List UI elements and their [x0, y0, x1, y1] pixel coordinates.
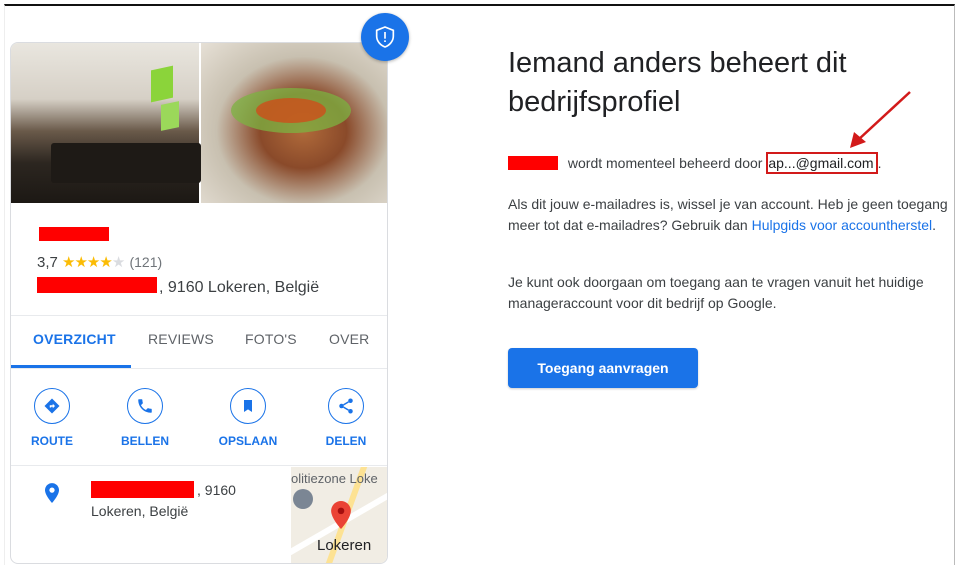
divider	[11, 465, 387, 466]
share-label: DELEN	[325, 434, 367, 448]
share-button[interactable]: DELEN	[311, 388, 381, 448]
rating-value: 3,7	[37, 254, 58, 271]
account-recovery-link[interactable]: Hulpgids voor accountherstel	[752, 217, 933, 233]
map-city-label: Lokeren	[317, 537, 372, 554]
rating-row: 3,7 ★★★★★ (121)	[37, 253, 162, 271]
location-postcode: , 9160	[197, 482, 236, 498]
interior-photo[interactable]	[11, 43, 201, 203]
shield-icon[interactable]	[361, 13, 409, 61]
tab-fotos[interactable]: FOTO'S	[245, 331, 297, 347]
call-button[interactable]: BELLEN	[110, 388, 180, 448]
map-marker-icon	[331, 501, 351, 534]
business-card: 3,7 ★★★★★ (121) , 9160 Lokeren, België O…	[10, 42, 388, 564]
food-photo[interactable]	[201, 43, 387, 203]
police-icon	[293, 489, 313, 509]
call-label: BELLEN	[121, 434, 169, 448]
request-paragraph: Je kunt ook doorgaan om toegang aan te v…	[508, 274, 924, 311]
redacted-street	[37, 277, 157, 293]
location-city: Lokeren, België	[91, 503, 189, 519]
route-button[interactable]: ROUTE	[17, 388, 87, 448]
divider	[11, 368, 387, 369]
map-poi-label: olitiezone Loke	[291, 471, 378, 486]
redacted-business-name	[39, 227, 109, 241]
tab-reviews[interactable]: REVIEWS	[148, 331, 214, 347]
tab-overzicht[interactable]: OVERZICHT	[33, 331, 116, 347]
map-thumbnail[interactable]: olitiezone Loke Lokeren	[291, 467, 387, 563]
tab-over[interactable]: OVER	[329, 331, 369, 347]
directions-icon	[34, 388, 70, 424]
bookmark-icon	[230, 388, 266, 424]
managed-by-text: wordt momenteel beheerd door	[567, 155, 763, 171]
redacted-business-name	[508, 156, 558, 170]
save-label: OPSLAAN	[218, 434, 278, 448]
request-access-button[interactable]: Toegang aanvragen	[508, 348, 698, 388]
review-count[interactable]: (121)	[129, 254, 162, 270]
star-icons-filled: ★★★★	[62, 254, 113, 271]
phone-icon	[127, 388, 163, 424]
divider	[11, 315, 387, 316]
location-pin-icon	[45, 483, 59, 508]
route-label: ROUTE	[31, 434, 73, 448]
annotation-arrow-icon	[850, 91, 911, 148]
share-icon	[328, 388, 364, 424]
location-text: , 9160 Lokeren, België	[91, 480, 236, 522]
managed-by-line: wordt momenteel beheerd door ap...@gmail…	[508, 152, 881, 174]
star-icon-empty: ★	[111, 254, 126, 271]
instruction-paragraph: Als dit jouw e-mailadres is, wissel je v…	[508, 196, 948, 233]
save-button[interactable]: OPSLAAN	[213, 388, 283, 448]
address-text: , 9160 Lokeren, België	[159, 279, 320, 296]
